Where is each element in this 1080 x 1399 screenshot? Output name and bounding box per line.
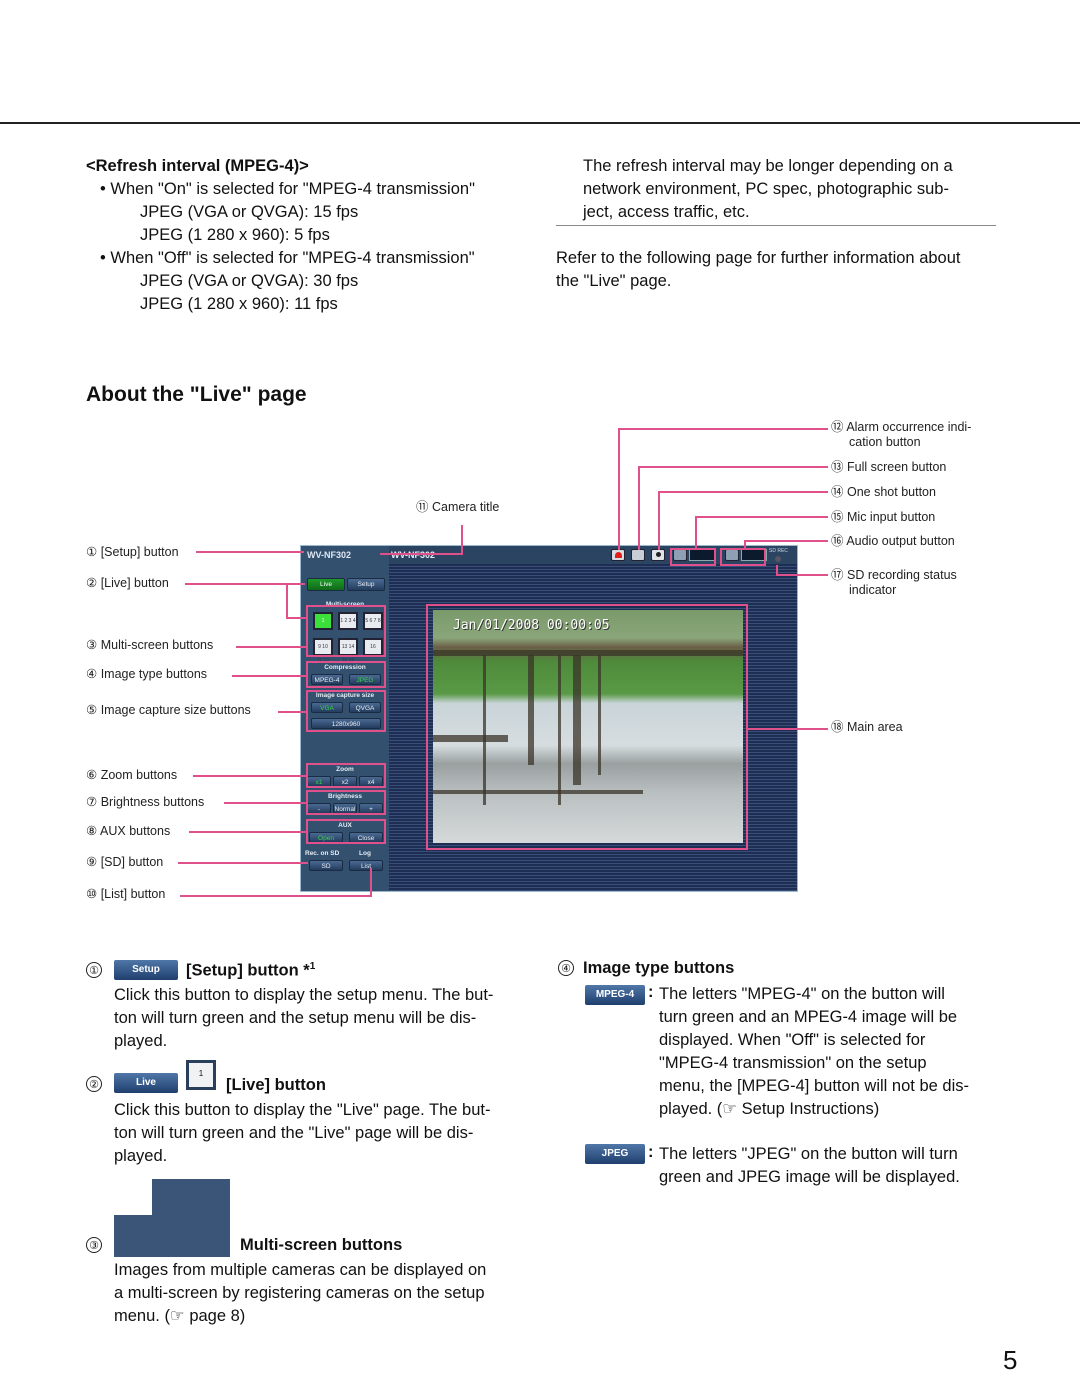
jpeg-desc-line: The letters "JPEG" on the button will tu… bbox=[659, 1145, 958, 1163]
colon: : bbox=[648, 1143, 654, 1161]
refresh-heading: <Refresh interval (MPEG-4)> bbox=[86, 157, 309, 175]
zoom-highlight bbox=[306, 763, 386, 788]
callout-fullscreen: ⑬ Full screen button bbox=[831, 460, 947, 474]
mpeg-desc-line: played. (☞ Setup Instructions) bbox=[659, 1100, 880, 1118]
callout-main-area: ⑱ Main area bbox=[831, 720, 903, 734]
setup-desc-line: Click this button to display the setup m… bbox=[114, 986, 494, 1004]
multi-desc-line: Images from multiple cameras can be disp… bbox=[114, 1261, 487, 1279]
jpeg-button-image: JPEG bbox=[585, 1144, 645, 1164]
multiscreen-highlight bbox=[306, 605, 386, 657]
sd-button[interactable]: SD bbox=[309, 860, 343, 871]
multi-desc-title: Multi-screen buttons bbox=[240, 1236, 403, 1254]
mpeg-desc-line: The letters "MPEG-4" on the button will bbox=[659, 985, 945, 1003]
multi-desc-line: menu. (☞ page 8) bbox=[114, 1307, 246, 1325]
multiscreen-image-bottom bbox=[114, 1215, 230, 1257]
refresh-off-bullet: • When "Off" is selected for "MPEG-4 tra… bbox=[100, 249, 475, 267]
refresh-off-vga: JPEG (VGA or QVGA): 30 fps bbox=[140, 272, 359, 290]
callout-live: ② [Live] button bbox=[86, 576, 169, 590]
imgtype-desc-title: Image type buttons bbox=[583, 959, 735, 977]
image-type-highlight bbox=[306, 661, 386, 688]
refresh-off-hd: JPEG (1 280 x 960): 11 fps bbox=[140, 295, 338, 313]
mpeg-desc-line: "MPEG-4 transmission" on the setup bbox=[659, 1054, 927, 1072]
colon: : bbox=[648, 983, 654, 1001]
live-desc-header: ② bbox=[86, 1075, 106, 1093]
alarm-icon[interactable] bbox=[611, 549, 625, 561]
setup-button[interactable]: Setup bbox=[347, 578, 385, 591]
note-line: The refresh interval may be longer depen… bbox=[583, 157, 953, 175]
refresh-on-text: When "On" is selected for "MPEG-4 transm… bbox=[110, 180, 475, 198]
live-button-image: Live bbox=[114, 1073, 178, 1093]
sd-status-indicator bbox=[775, 556, 781, 562]
mic-highlight bbox=[670, 548, 716, 566]
setup-desc-title: [Setup] button *1 bbox=[186, 961, 316, 980]
camera-title: WV-NF302 bbox=[391, 550, 436, 560]
mpeg-desc-line: menu, the [MPEG-4] button will not be di… bbox=[659, 1077, 969, 1095]
mpeg4-button-image: MPEG-4 bbox=[585, 985, 645, 1005]
live-desc-title: [Live] button bbox=[226, 1076, 326, 1094]
callout-multiscreen: ③ Multi-screen buttons bbox=[86, 638, 214, 652]
callout-image-type: ④ Image type buttons bbox=[86, 667, 208, 681]
aux-highlight bbox=[306, 819, 386, 844]
setup-button-image: Setup bbox=[114, 960, 178, 980]
callout-brightness: ⑦ Brightness buttons bbox=[86, 795, 205, 809]
setup-desc-header: ① bbox=[86, 960, 106, 979]
fullscreen-icon[interactable] bbox=[631, 549, 645, 561]
callout-zoom: ⑥ Zoom buttons bbox=[86, 768, 178, 782]
live-desc-line: ton will turn green and the "Live" page … bbox=[114, 1124, 474, 1142]
callout-mic: ⑮ Mic input button bbox=[831, 510, 936, 524]
capture-size-highlight bbox=[306, 690, 386, 732]
audio-highlight bbox=[720, 548, 766, 566]
multiscreen-image-top bbox=[152, 1179, 230, 1215]
camera-icon[interactable] bbox=[651, 549, 665, 561]
imgtype-desc-header: ④ bbox=[558, 959, 578, 977]
single-screen-icon: 1 bbox=[186, 1060, 216, 1090]
mpeg-desc-line: displayed. When "Off" is selected for bbox=[659, 1031, 926, 1049]
live-desc-line: played. bbox=[114, 1147, 168, 1165]
list-button[interactable]: List bbox=[349, 860, 383, 871]
note-divider bbox=[556, 225, 996, 226]
main-area-highlight bbox=[426, 604, 748, 850]
multi-desc-header: ③ bbox=[86, 1236, 106, 1254]
callout-aux: ⑧ AUX buttons bbox=[86, 824, 171, 838]
callout-list: ⑩ [List] button bbox=[86, 887, 166, 901]
refresh-on-vga: JPEG (VGA or QVGA): 15 fps bbox=[140, 203, 359, 221]
callout-sd-status: ⑰ SD recording status indicator bbox=[831, 568, 957, 597]
side-title: WV-NF302 bbox=[307, 550, 352, 560]
log-label: Log bbox=[359, 850, 371, 857]
note-line: ject, access traffic, etc. bbox=[583, 203, 750, 221]
page-number: 5 bbox=[1003, 1345, 1018, 1375]
mpeg-desc-line: turn green and an MPEG-4 image will be bbox=[659, 1008, 958, 1026]
callout-oneshot: ⑭ One shot button bbox=[831, 485, 936, 499]
callout-audio: ⑯ Audio output button bbox=[831, 534, 955, 548]
refresh-on-bullet: • When "On" is selected for "MPEG-4 tran… bbox=[100, 180, 475, 198]
setup-desc-line: ton will turn green and the setup menu w… bbox=[114, 1009, 477, 1027]
callout-setup: ① [Setup] button bbox=[86, 545, 179, 559]
brightness-highlight bbox=[306, 790, 386, 815]
multi-desc-line: a multi-screen by registering cameras on… bbox=[114, 1284, 485, 1302]
live-desc-line: Click this button to display the "Live" … bbox=[114, 1101, 491, 1119]
header-rule bbox=[0, 122, 1080, 124]
callout-alarm: ⑫ Alarm occurrence indi-cation button bbox=[831, 420, 972, 449]
refresh-on-hd: JPEG (1 280 x 960): 5 fps bbox=[140, 226, 330, 244]
rec-sd-label: Rec. on SD bbox=[305, 850, 340, 857]
sd-rec-label: SD REC bbox=[769, 548, 788, 554]
section-title: About the "Live" page bbox=[86, 383, 307, 406]
callout-capture-size: ⑤ Image capture size buttons bbox=[86, 703, 251, 717]
jpeg-desc-line: green and JPEG image will be displayed. bbox=[659, 1168, 960, 1186]
refer-line: Refer to the following page for further … bbox=[556, 249, 961, 267]
callout-sd: ⑨ [SD] button bbox=[86, 855, 164, 869]
live-button[interactable]: Live bbox=[307, 578, 345, 591]
refresh-off-text: When "Off" is selected for "MPEG-4 trans… bbox=[110, 249, 475, 267]
setup-desc-line: played. bbox=[114, 1032, 168, 1050]
callout-camera-title: ⑪ Camera title bbox=[416, 500, 500, 514]
refer-line: the "Live" page. bbox=[556, 272, 672, 290]
note-line: network environment, PC spec, photograph… bbox=[583, 180, 949, 198]
